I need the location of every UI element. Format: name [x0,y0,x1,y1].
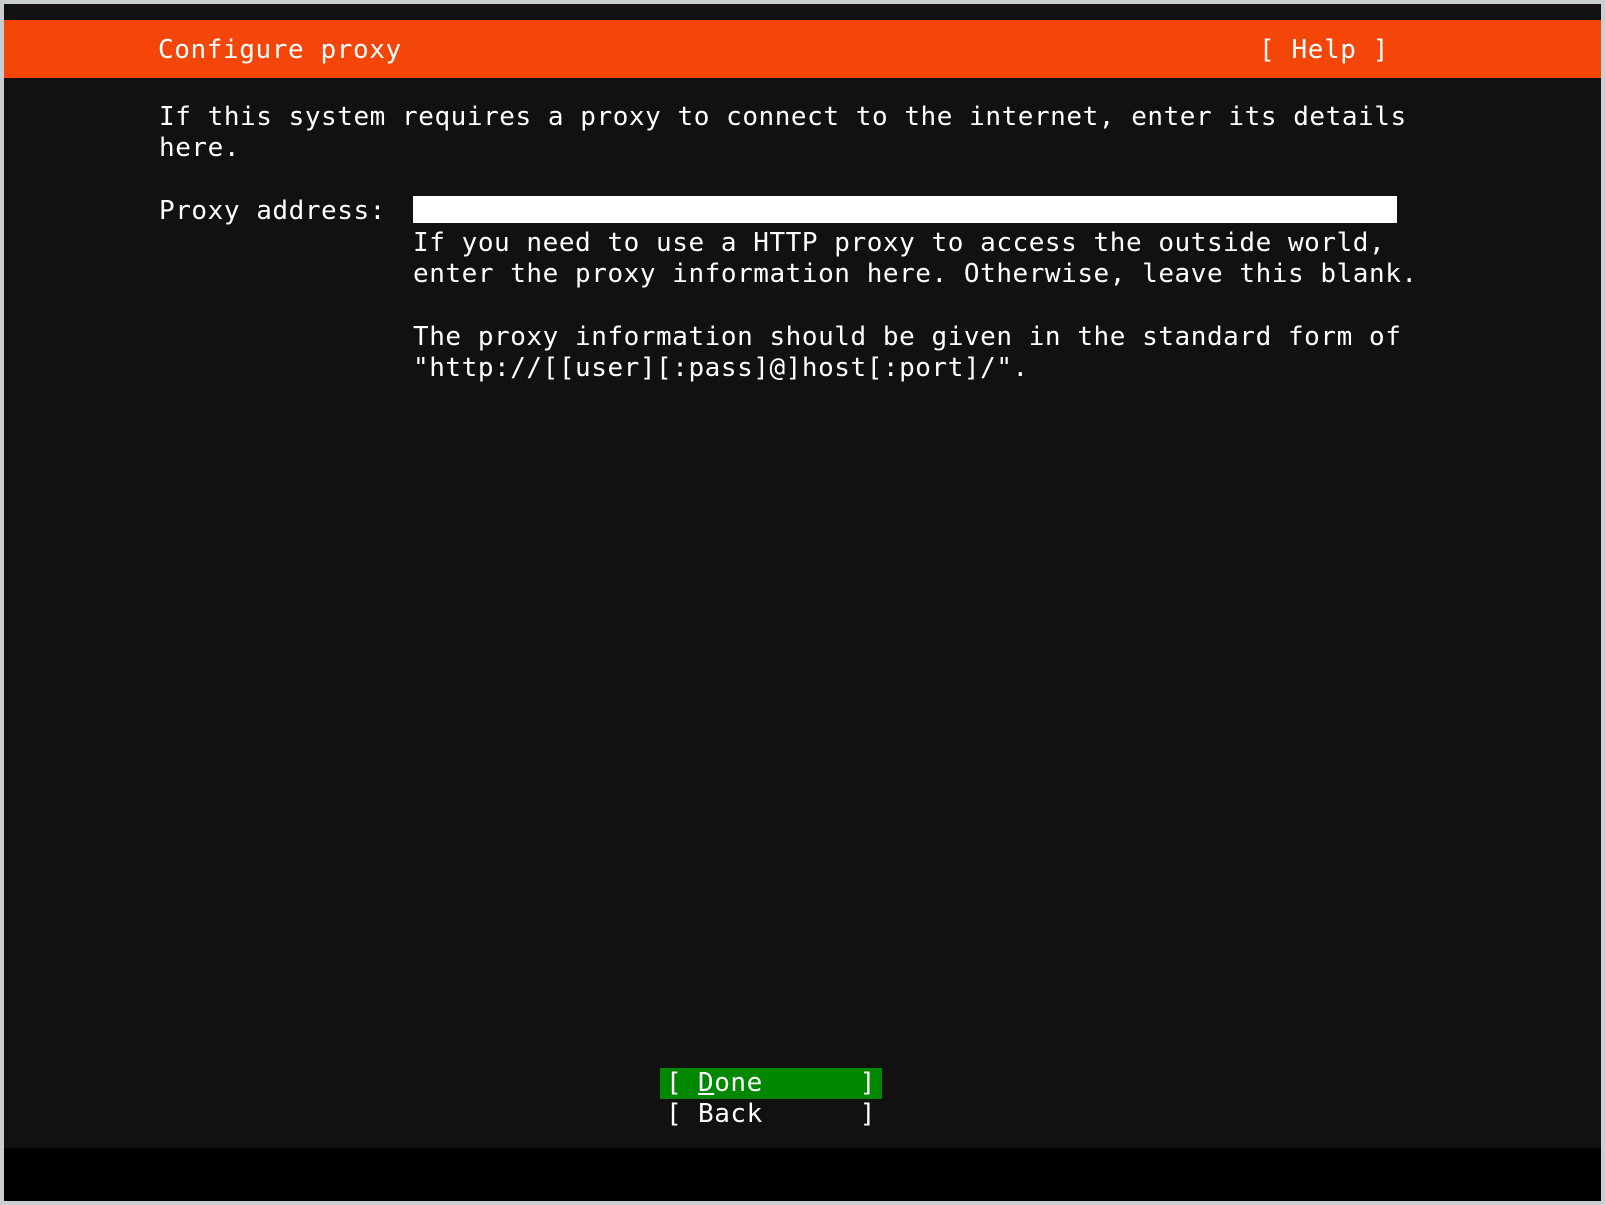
page-title: Configure proxy [158,35,402,65]
proxy-address-label: Proxy address: [159,196,386,226]
done-label-rest: one [714,1068,763,1098]
field-help-2-line-2: "http://[[user][:pass]@]host[:port]/". [413,353,1029,383]
done-accelerator-char: D [698,1068,715,1098]
header-bar: Configure proxy [ Help ] [4,20,1601,78]
done-button[interactable]: [ Done ] [660,1068,882,1099]
done-bracket-right: ] [859,1068,876,1098]
installer-screen: Configure proxy [ Help ] If this system … [4,4,1601,1148]
done-button-label: Done [698,1068,763,1099]
field-help-paragraph-2: The proxy information should be given in… [413,322,1413,384]
done-bracket-left: [ [666,1068,683,1098]
field-help-1-line-2: enter the proxy information here. Otherw… [413,259,1418,289]
back-button-label: Back [698,1099,763,1130]
field-help-paragraph-1: If you need to use a HTTP proxy to acces… [413,228,1418,290]
bottom-black-strip [4,1148,1601,1201]
intro-line-2: here. [159,133,241,163]
field-help-1-line-1: If you need to use a HTTP proxy to acces… [413,228,1386,258]
back-bracket-left: [ [666,1099,683,1129]
back-bracket-right: ] [859,1099,876,1129]
button-stack: [ Done ] [ Back ] [660,1068,882,1130]
back-label-rest: Back [698,1099,763,1129]
help-button[interactable]: [ Help ] [1259,34,1389,66]
field-help-2-line-1: The proxy information should be given in… [413,322,1402,352]
proxy-address-input[interactable] [413,196,1397,223]
back-button[interactable]: [ Back ] [660,1099,882,1130]
intro-text: If this system requires a proxy to conne… [159,102,1419,164]
terminal-window: Configure proxy [ Help ] If this system … [0,0,1605,1205]
intro-line-1: If this system requires a proxy to conne… [159,102,1407,132]
top-margin-strip [4,4,1601,20]
